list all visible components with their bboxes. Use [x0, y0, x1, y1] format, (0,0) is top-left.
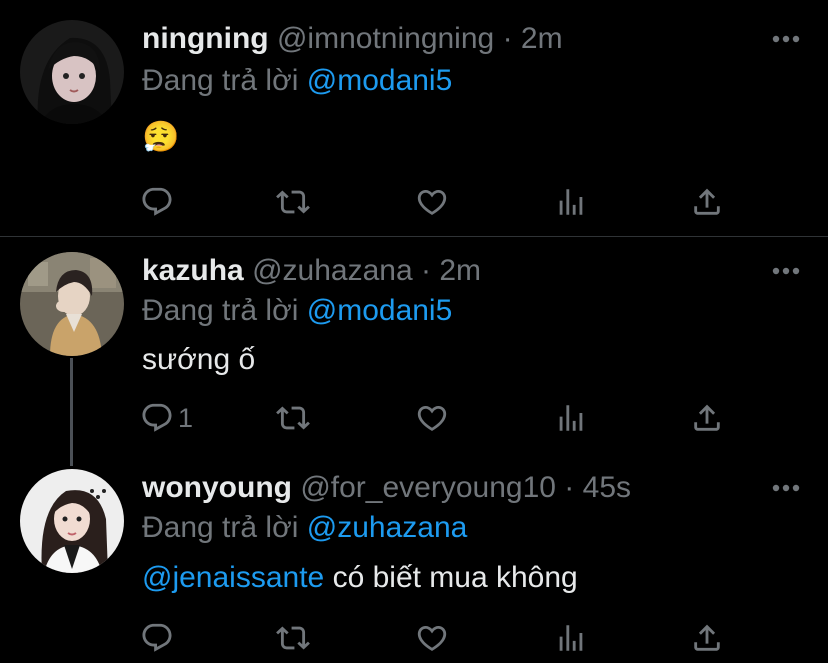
- like-button[interactable]: [415, 400, 449, 436]
- body-text: có biết mua không: [324, 561, 578, 594]
- reply-icon: [140, 401, 174, 435]
- timestamp[interactable]: 45s: [583, 471, 631, 504]
- timestamp[interactable]: 2m: [521, 22, 563, 55]
- analytics-button[interactable]: [554, 620, 588, 656]
- user-handle[interactable]: @imnotningning: [277, 22, 494, 55]
- tweet-header: wonyoung @for_everyoung10 · 45s: [142, 471, 631, 505]
- display-name[interactable]: wonyoung: [142, 471, 292, 504]
- analytics-icon: [554, 401, 588, 435]
- user-handle[interactable]: @for_everyoung10: [300, 471, 556, 504]
- avatar-wonyoung[interactable]: [20, 469, 124, 573]
- tweet-text: 😮‍💨: [142, 121, 180, 154]
- reply-count: 1: [178, 402, 194, 433]
- share-button[interactable]: [690, 400, 724, 436]
- tweet-header: ningning @imnotningning · 2m: [142, 22, 563, 56]
- reply-icon: [140, 185, 174, 219]
- reply-button[interactable]: 1: [140, 400, 193, 436]
- analytics-icon: [554, 185, 588, 219]
- replying-mention[interactable]: @zuhazana: [307, 511, 468, 544]
- display-name[interactable]: ningning: [142, 22, 269, 55]
- share-button[interactable]: [690, 184, 724, 220]
- replying-to: Đang trả lời @modani5: [142, 64, 452, 98]
- retweet-button[interactable]: [276, 620, 310, 656]
- like-icon: [415, 621, 449, 655]
- retweet-button[interactable]: [276, 184, 310, 220]
- replying-mention[interactable]: @modani5: [307, 294, 453, 327]
- retweet-icon: [276, 185, 310, 219]
- reply-icon: [140, 621, 174, 655]
- tweet-text: @jenaissante có biết mua không: [142, 561, 578, 595]
- separator-dot: ·: [564, 471, 575, 504]
- retweet-icon: [276, 621, 310, 655]
- separator-dot: ·: [420, 254, 431, 287]
- avatar-kazuha[interactable]: [20, 252, 124, 356]
- replying-to: Đang trả lời @zuhazana: [142, 511, 467, 545]
- separator-dot: ·: [502, 22, 513, 55]
- replying-to: Đang trả lời @modani5: [142, 294, 452, 328]
- body-mention[interactable]: @jenaissante: [142, 561, 324, 594]
- timestamp[interactable]: 2m: [439, 254, 481, 287]
- tweet-actions: [140, 184, 740, 220]
- tweet-text: sướng ố: [142, 343, 256, 376]
- tweet-header: kazuha @zuhazana · 2m: [142, 254, 481, 288]
- more-horizontal-icon[interactable]: [772, 34, 800, 44]
- replying-prefix: Đang trả lời: [142, 511, 299, 544]
- tweet-ningning[interactable]: ningning @imnotningning · 2m Đang trả lờ…: [0, 0, 828, 236]
- share-button[interactable]: [690, 620, 724, 656]
- more-horizontal-icon[interactable]: [772, 483, 800, 493]
- more-horizontal-icon[interactable]: [772, 266, 800, 276]
- tweet-actions: [140, 620, 740, 656]
- analytics-icon: [554, 621, 588, 655]
- display-name[interactable]: kazuha: [142, 254, 244, 287]
- like-icon: [415, 401, 449, 435]
- tweet-wonyoung[interactable]: wonyoung @for_everyoung10 · 45s Đang trả…: [0, 457, 828, 663]
- like-button[interactable]: [415, 620, 449, 656]
- share-icon: [690, 401, 724, 435]
- retweet-button[interactable]: [276, 400, 310, 436]
- like-icon: [415, 185, 449, 219]
- thread-connector: [70, 358, 73, 466]
- reply-button[interactable]: [140, 620, 178, 656]
- share-icon: [690, 185, 724, 219]
- replying-prefix: Đang trả lời: [142, 294, 299, 327]
- replying-prefix: Đang trả lời: [142, 64, 299, 97]
- tweet-kazuha[interactable]: kazuha @zuhazana · 2m Đang trả lời @moda…: [0, 237, 828, 466]
- replying-mention[interactable]: @modani5: [307, 64, 453, 97]
- like-button[interactable]: [415, 184, 449, 220]
- tweet-actions: 1: [140, 400, 740, 436]
- user-handle[interactable]: @zuhazana: [252, 254, 413, 287]
- analytics-button[interactable]: [554, 184, 588, 220]
- retweet-icon: [276, 401, 310, 435]
- avatar-ningning[interactable]: [20, 20, 124, 124]
- analytics-button[interactable]: [554, 400, 588, 436]
- share-icon: [690, 621, 724, 655]
- reply-button[interactable]: [140, 184, 178, 220]
